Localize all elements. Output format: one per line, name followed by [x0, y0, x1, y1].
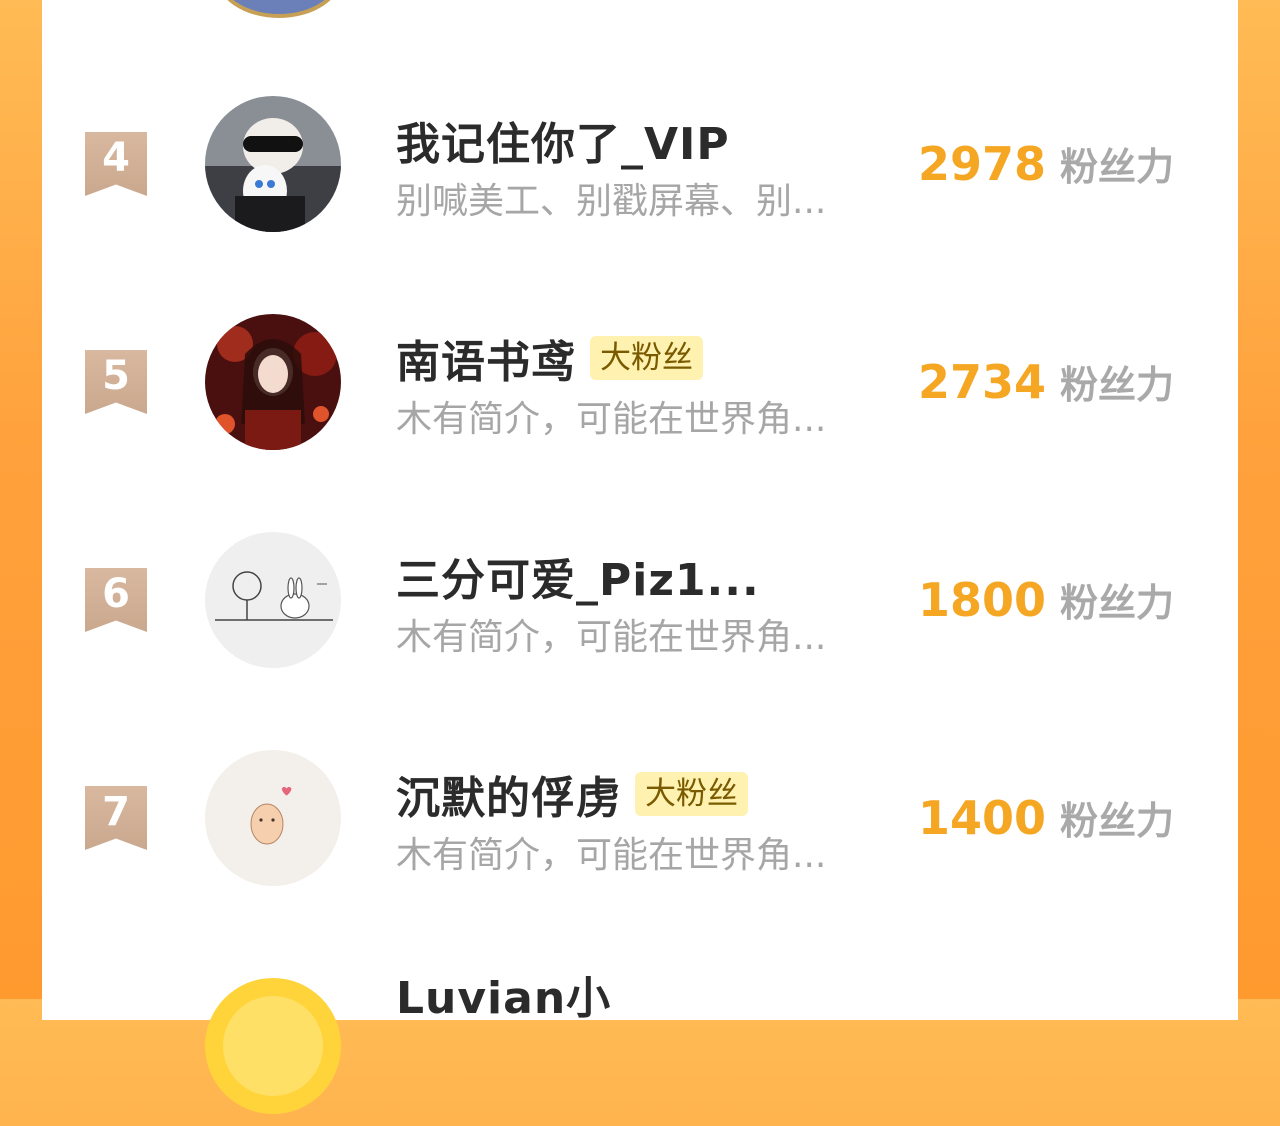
score-value: 2978: [918, 137, 1047, 191]
list-item[interactable]: 4 我记住你了_VIP 别喊美工、别戳屏幕、别... 2978 粉丝力: [42, 74, 1238, 254]
fan-score: 1800 粉丝力: [918, 572, 1174, 627]
big-fan-badge: 大粉丝: [590, 336, 703, 380]
fan-name[interactable]: 三分可爱_Piz1...: [396, 544, 760, 608]
fan-intro: 别喊美工、别戳屏幕、别...: [396, 181, 827, 222]
score-unit: 粉丝力: [1060, 799, 1175, 843]
avatar[interactable]: [205, 750, 341, 886]
avatar[interactable]: [205, 96, 341, 232]
rank-number: 5: [102, 353, 130, 399]
fan-ranking-card: 4 我记住你了_VIP 别喊美工、别戳屏幕、别... 2978 粉丝力 5 南语…: [42, 0, 1238, 1114]
fan-intro: 木有简介，可能在世界角...: [396, 835, 827, 876]
avatar-previous[interactable]: [215, 0, 343, 18]
fan-score: 1400 粉丝力: [918, 790, 1174, 845]
avatar[interactable]: [205, 314, 341, 450]
rank-number: 7: [102, 789, 130, 835]
fan-intro: 木有简介，可能在世界角...: [396, 399, 827, 440]
fan-name[interactable]: 沉默的俘虏: [396, 762, 621, 826]
rank-number: 6: [102, 571, 130, 617]
fan-name[interactable]: 南语书鸢: [396, 326, 576, 390]
score-unit: 粉丝力: [1060, 145, 1175, 189]
score-value: 1400: [918, 791, 1047, 845]
score-unit: 粉丝力: [1060, 581, 1175, 625]
list-item[interactable]: 7 沉默的俘虏 大粉丝 木有简介，可能在世界角... 1400 粉丝力: [42, 728, 1238, 908]
fan-name[interactable]: Luvian小: [396, 962, 611, 1026]
rank-ribbon: 5: [85, 350, 147, 414]
fan-score: 2734 粉丝力: [918, 354, 1174, 409]
score-value: 2734: [918, 355, 1047, 409]
fan-intro: 木有简介，可能在世界角...: [396, 617, 827, 658]
score-value: 1800: [918, 573, 1047, 627]
rank-ribbon: 6: [85, 568, 147, 632]
fan-name[interactable]: 我记住你了_VIP: [396, 108, 730, 172]
list-item[interactable]: Luvian小: [42, 946, 1238, 1126]
fan-score: 2978 粉丝力: [918, 136, 1174, 191]
avatar[interactable]: [205, 532, 341, 668]
rank-ribbon: 4: [85, 132, 147, 196]
avatar[interactable]: [205, 978, 341, 1114]
rank-number: 4: [102, 135, 130, 181]
rank-ribbon: 7: [85, 786, 147, 850]
score-unit: 粉丝力: [1060, 363, 1175, 407]
list-item[interactable]: 5 南语书鸢 大粉丝 木有简介，可能在世界角... 2734 粉丝力: [42, 292, 1238, 472]
list-item[interactable]: 6 三分可爱_Piz1... 木有简介，可能在世界角... 1800 粉丝力: [42, 510, 1238, 690]
big-fan-badge: 大粉丝: [635, 772, 748, 816]
